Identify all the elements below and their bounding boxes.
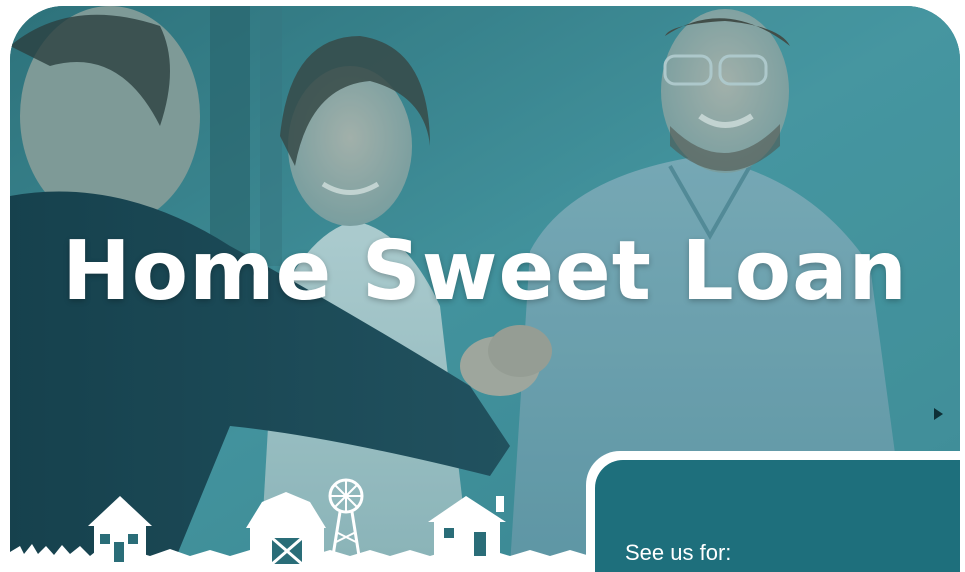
windmill-icon	[328, 478, 364, 563]
house-icon	[88, 496, 152, 562]
banner-headline: Home Sweet Loan	[62, 224, 908, 319]
advertisement-banner-canvas: Home Sweet Loan See us for:	[0, 0, 965, 572]
info-card-panel: See us for:	[595, 460, 960, 572]
barn-icon	[246, 492, 326, 566]
hero-banner: Home Sweet Loan See us for:	[10, 6, 960, 572]
cottage-icon	[428, 496, 506, 562]
info-card-text: See us for:	[625, 540, 732, 565]
info-card: See us for:	[586, 451, 960, 572]
triangle-marker-icon	[934, 408, 943, 420]
houses-silhouette	[10, 478, 610, 572]
